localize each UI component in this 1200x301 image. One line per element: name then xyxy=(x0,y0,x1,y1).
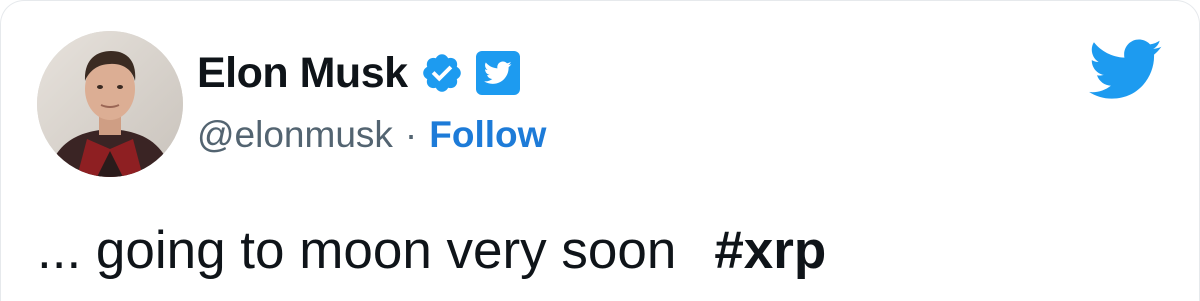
follow-button[interactable]: Follow xyxy=(429,114,546,156)
twitter-bird-icon[interactable] xyxy=(1089,39,1163,101)
author-handle[interactable]: @elonmusk xyxy=(197,114,393,156)
avatar-image xyxy=(37,31,183,177)
author-handle-row: @elonmusk · Follow xyxy=(197,109,546,161)
verified-badge-icon xyxy=(422,54,461,92)
twitter-badge-bird-icon xyxy=(483,61,512,84)
tweet-card: Elon Musk @elonmusk · Follow ... going t… xyxy=(0,0,1200,301)
tweet-text: ... going to moon very soon xyxy=(37,220,677,280)
separator-dot: · xyxy=(404,114,418,155)
author-name-row: Elon Musk xyxy=(197,43,520,103)
twitter-badge-icon xyxy=(475,51,520,95)
author-display-name[interactable]: Elon Musk xyxy=(197,49,408,98)
avatar[interactable] xyxy=(37,31,183,177)
tweet-body: ... going to moon very soon #xrp xyxy=(37,215,826,285)
hashtag-link[interactable]: #xrp xyxy=(714,220,826,281)
